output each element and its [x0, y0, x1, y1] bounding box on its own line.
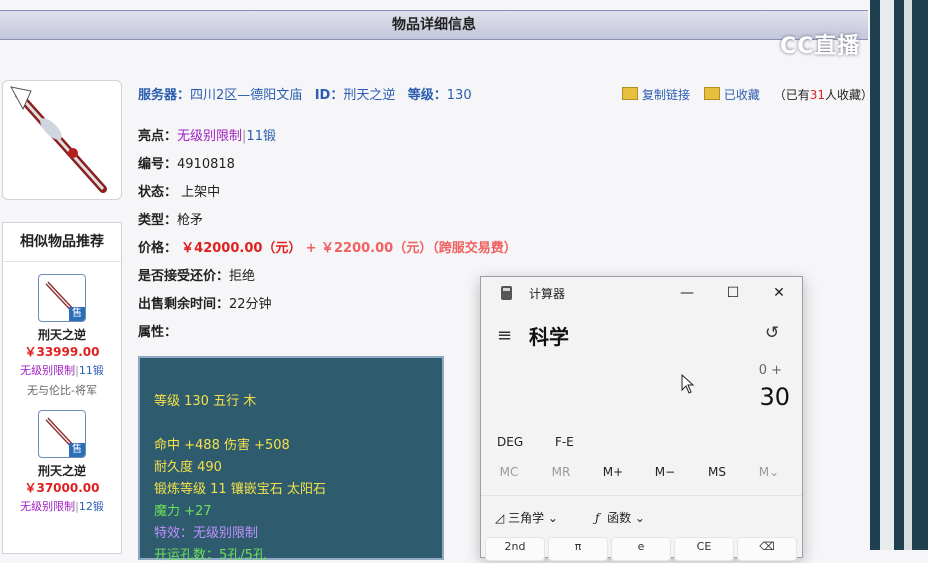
- scrollbar-secondary[interactable]: [904, 0, 912, 550]
- link-icon: [622, 87, 638, 100]
- memory-clear-button[interactable]: MC: [483, 465, 535, 479]
- clear-entry-key[interactable]: CE: [674, 537, 734, 561]
- favorited-button[interactable]: 已收藏: [724, 88, 760, 102]
- attr-line: 特效：无级别限制: [154, 526, 259, 541]
- copy-link-button[interactable]: 复制链接: [642, 88, 690, 102]
- stream-watermark: CC直播: [780, 34, 861, 59]
- close-button[interactable]: ✕: [759, 281, 799, 305]
- status-badge: 上架中: [181, 185, 221, 200]
- divider: [481, 495, 802, 496]
- spear-icon: [10, 86, 107, 193]
- calculator-title: 计算器: [529, 287, 566, 301]
- similar-item-thumbnail[interactable]: 售: [38, 410, 86, 458]
- calculator-keypad: 2nd π e CE ⌫: [485, 537, 801, 561]
- server-info-line: 服务器：四川2区—德阳文庙 ID：刑天之逆 等级：130: [138, 88, 472, 103]
- item-actions: 复制链接 已收藏 （已有31人收藏）: [622, 86, 873, 103]
- second-key[interactable]: 2nd: [485, 537, 545, 561]
- similar-item[interactable]: 售 刑天之逆 ￥33999.00 无级别限制|11锻 无与伦比-将军: [3, 274, 121, 398]
- attr-line: 耐久度 490: [154, 460, 222, 475]
- server-name: 四川2区—德阳文庙: [190, 88, 303, 103]
- calculator-expression: 0 +: [758, 363, 782, 378]
- bargain-line: 是否接受还价：拒绝: [138, 269, 256, 284]
- hamburger-menu-icon[interactable]: ≡: [497, 325, 512, 346]
- type-line: 类型：枪矛: [138, 213, 204, 228]
- sell-badge: 售: [69, 443, 85, 457]
- scrollbar[interactable]: [880, 0, 894, 550]
- similar-item-tags: 无级别限制|12锻: [20, 500, 104, 513]
- role-level: 130: [446, 88, 472, 103]
- function-dropdown[interactable]: ƒ 函数 ⌄: [595, 509, 645, 526]
- cross-server-fee: + ￥2200.00（元）（跨服交易费）: [305, 241, 517, 256]
- memory-list-button[interactable]: M⌄: [743, 465, 795, 479]
- role-id: 刑天之逆: [343, 88, 396, 103]
- deg-toggle[interactable]: DEG: [497, 435, 523, 449]
- attr-line: 命中 +488 伤害 +508: [154, 438, 290, 453]
- similar-items-panel: 相似物品推荐 售 刑天之逆 ￥33999.00 无级别限制|11锻 无与伦比-将…: [2, 222, 122, 554]
- similar-items-title: 相似物品推荐: [3, 223, 121, 262]
- attr-line: 魔力 +27: [154, 504, 212, 519]
- memory-store-button[interactable]: MS: [691, 465, 743, 479]
- attr-line: 锻炼等级 11 镶嵌宝石 太阳石: [154, 482, 326, 497]
- right-dark-strip: [870, 0, 928, 550]
- backspace-key[interactable]: ⌫: [737, 537, 797, 561]
- price-line: 价格： ￥42000.00（元） + ￥2200.00（元）（跨服交易费）: [138, 241, 517, 256]
- pi-key[interactable]: π: [548, 537, 608, 561]
- memory-recall-button[interactable]: MR: [535, 465, 587, 479]
- time-left-line: 出售剩余时间：22分钟: [138, 297, 272, 312]
- calculator-mode: 科学: [529, 325, 569, 349]
- memory-add-button[interactable]: M+: [587, 465, 639, 479]
- memory-subtract-button[interactable]: M−: [639, 465, 691, 479]
- status-line: 状态： 上架中: [138, 185, 221, 200]
- similar-item-thumbnail[interactable]: 售: [38, 274, 86, 322]
- favorite-icon: [703, 87, 720, 100]
- similar-item-tags: 无级别限制|11锻: [20, 364, 104, 377]
- fe-toggle[interactable]: F-E: [555, 435, 574, 449]
- calculator-titlebar[interactable]: 计算器 — ☐ ✕: [481, 277, 802, 309]
- function-icon: ƒ: [595, 511, 600, 525]
- angle-options: DEG F-E: [497, 435, 602, 449]
- similar-item-name[interactable]: 刑天之逆: [3, 326, 121, 343]
- triangle-icon: ◿: [495, 511, 505, 525]
- similar-item-name[interactable]: 刑天之逆: [3, 462, 121, 479]
- attributes-box: 等级 130 五行 木 命中 +488 伤害 +508 耐久度 490 锻炼等级…: [138, 356, 444, 563]
- e-key[interactable]: e: [611, 537, 671, 561]
- page-title: 物品详细信息: [0, 10, 868, 40]
- mouse-cursor-icon: [681, 374, 695, 394]
- similar-item-price: ￥33999.00: [24, 345, 100, 359]
- sell-badge: 售: [69, 307, 85, 321]
- item-image: [2, 80, 122, 200]
- minimize-button[interactable]: —: [667, 281, 707, 305]
- attr-line: 等级 130 五行 木: [154, 394, 257, 409]
- number-line: 编号：4910818: [138, 157, 235, 172]
- attr-line: 开运孔数：5孔/5孔: [154, 548, 266, 563]
- maximize-button[interactable]: ☐: [713, 281, 753, 305]
- item-price: ￥42000.00（元）: [181, 241, 302, 256]
- trigonometry-dropdown[interactable]: ◿ 三角学 ⌄: [495, 509, 558, 526]
- similar-item-price: ￥37000.00: [24, 481, 100, 495]
- attributes-label: 属性：: [138, 325, 178, 340]
- calculator-display: 30: [759, 383, 790, 411]
- favorite-count: （已有31人收藏）: [773, 88, 873, 102]
- similar-item-server: 无与伦比-将军: [27, 384, 97, 397]
- highlight-line: 亮点：无级别限制|11锻: [138, 129, 276, 144]
- history-icon[interactable]: ↺: [765, 323, 779, 343]
- calculator-window[interactable]: 计算器 — ☐ ✕ ≡ 科学 ↺ 0 + 30 DEG F-E MC MR M+…: [480, 276, 803, 561]
- similar-item[interactable]: 售 刑天之逆 ￥37000.00 无级别限制|12锻: [3, 410, 121, 514]
- calculator-app-icon: [501, 286, 512, 300]
